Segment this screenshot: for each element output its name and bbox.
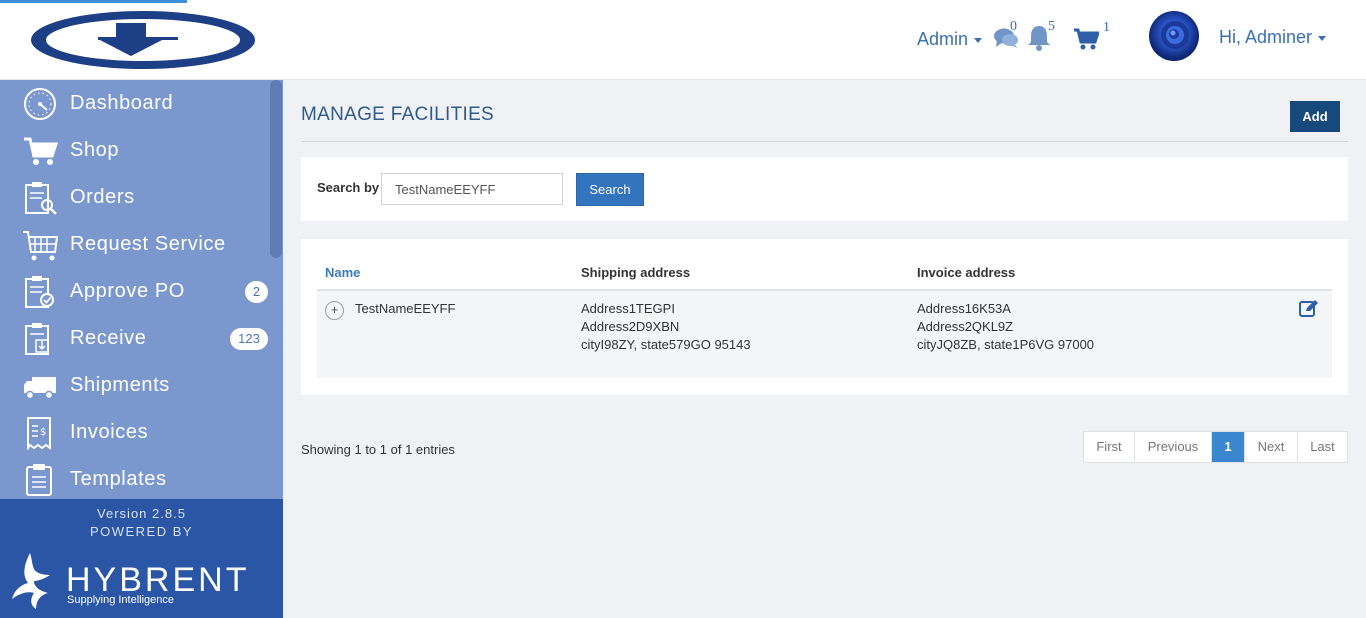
pagination: First Previous 1 Next Last: [1083, 431, 1348, 463]
sidebar-item-invoices[interactable]: $ Invoices: [0, 409, 283, 456]
sidebar-nav: Dashboard Shop Orders Request Service Ap…: [0, 80, 283, 503]
templates-icon: [26, 464, 52, 496]
sidebar-item-templates[interactable]: Templates: [0, 456, 283, 503]
pagination-last[interactable]: Last: [1298, 432, 1347, 462]
user-avatar[interactable]: [1149, 11, 1199, 61]
admin-menu[interactable]: Admin: [917, 29, 983, 50]
caret-down-icon: [974, 37, 983, 43]
sidebar-footer: Version 2.8.5 POWERED BY HYBRENT Supplyi…: [0, 499, 283, 618]
approve-po-badge: 2: [245, 281, 268, 303]
hybrent-tagline: Supplying Intelligence: [67, 594, 175, 606]
invoice-address: Address16K53A Address2QKL9Z cityJQ8ZB, s…: [917, 300, 1094, 354]
sidebar-item-receive[interactable]: Receive 123: [0, 315, 283, 362]
search-label: Search by: [317, 180, 380, 195]
admin-menu-label: Admin: [917, 29, 969, 49]
sidebar-item-label: Templates: [70, 468, 167, 490]
sidebar-item-label: Orders: [70, 186, 135, 208]
expand-row-icon[interactable]: +: [325, 301, 344, 320]
sidebar-item-label: Receive: [70, 327, 147, 349]
app-version: Version 2.8.5: [97, 506, 186, 521]
sidebar-item-dashboard[interactable]: Dashboard: [0, 80, 283, 127]
pagination-previous[interactable]: Previous: [1135, 432, 1212, 462]
receive-icon: [25, 323, 49, 355]
entries-summary: Showing 1 to 1 of 1 entries: [301, 442, 455, 457]
sidebar-item-label: Shop: [70, 139, 120, 161]
search-input[interactable]: [381, 173, 563, 205]
title-divider: [301, 141, 1348, 142]
shipping-address-line3: cityI98ZY, state579GO 95143: [581, 337, 751, 352]
invoice-address-line1: Address16K53A: [917, 301, 1011, 316]
facilities-table: Name Shipping address Invoice address + …: [301, 239, 1348, 395]
sidebar-scrollbar[interactable]: [270, 80, 282, 258]
svg-text:$: $: [40, 427, 46, 438]
sidebar-item-label: Request Service: [70, 233, 226, 255]
invoice-address-line3: cityJQ8ZB, state1P6VG 97000: [917, 337, 1095, 352]
company-logo[interactable]: [28, 9, 258, 71]
pagination-first[interactable]: First: [1084, 432, 1135, 462]
truck-icon: [24, 377, 56, 400]
column-header-name[interactable]: Name: [325, 265, 360, 280]
pagination-next[interactable]: Next: [1245, 432, 1298, 462]
search-button[interactable]: Search: [576, 173, 644, 206]
notifications-count: 5: [1048, 19, 1055, 34]
page-title: MANAGE FACILITIES: [301, 104, 495, 125]
dashboard-icon: [24, 88, 56, 120]
search-panel: Search by Search: [301, 157, 1348, 221]
column-header-invoice-address: Invoice address: [917, 265, 1016, 280]
edit-icon[interactable]: [1299, 299, 1319, 317]
shipping-address-line2: Address2D9XBN: [581, 319, 680, 334]
approve-po-icon: [25, 276, 54, 308]
sidebar-item-label: Approve PO: [70, 280, 185, 302]
powered-by-label: POWERED BY: [89, 524, 194, 539]
sidebar-item-approve-po[interactable]: Approve PO 2: [0, 268, 283, 315]
column-header-shipping-address: Shipping address: [581, 265, 691, 280]
hybrent-bird-logo-icon: [12, 553, 50, 609]
pagination-page-current[interactable]: 1: [1212, 432, 1245, 462]
user-greeting: Hi, Adminer: [1219, 27, 1313, 47]
sidebar-item-label: Invoices: [70, 421, 149, 443]
receive-badge: 123: [230, 328, 268, 350]
add-button[interactable]: Add: [1290, 101, 1340, 132]
facility-name: TestNameEEYFF: [355, 301, 456, 316]
cart-count: 1: [1103, 20, 1110, 35]
sidebar-item-orders[interactable]: Orders: [0, 174, 283, 221]
shipping-address: Address1TEGPI Address2D9XBN cityI98ZY, s…: [581, 300, 751, 354]
loading-bar: [0, 0, 187, 3]
sidebar-item-shop[interactable]: Shop: [0, 127, 283, 174]
table-row: + TestNameEEYFF Address1TEGPI Address2D9…: [317, 291, 1332, 378]
caret-down-icon: [1318, 35, 1327, 41]
invoice-address-line2: Address2QKL9Z: [917, 319, 1014, 334]
sidebar-item-label: Dashboard: [70, 92, 174, 114]
invoice-icon: $: [27, 417, 51, 450]
user-menu[interactable]: Hi, Adminer: [1219, 27, 1327, 48]
cart-icon: [24, 137, 58, 165]
request-service-icon: [23, 231, 58, 261]
messages-count: 0: [1010, 19, 1017, 34]
sidebar-item-shipments[interactable]: Shipments: [0, 362, 283, 409]
rose-image: [1161, 21, 1189, 49]
top-header: Admin 0 5 1 Hi, Adminer: [0, 0, 1366, 80]
sidebar-item-request-service[interactable]: Request Service: [0, 221, 283, 268]
sidebar: Dashboard Shop Orders Request Service Ap…: [0, 80, 283, 618]
sidebar-item-label: Shipments: [70, 374, 170, 396]
shipping-address-line1: Address1TEGPI: [581, 301, 675, 316]
orders-icon: [25, 182, 57, 215]
cart-icon[interactable]: [1073, 28, 1099, 50]
